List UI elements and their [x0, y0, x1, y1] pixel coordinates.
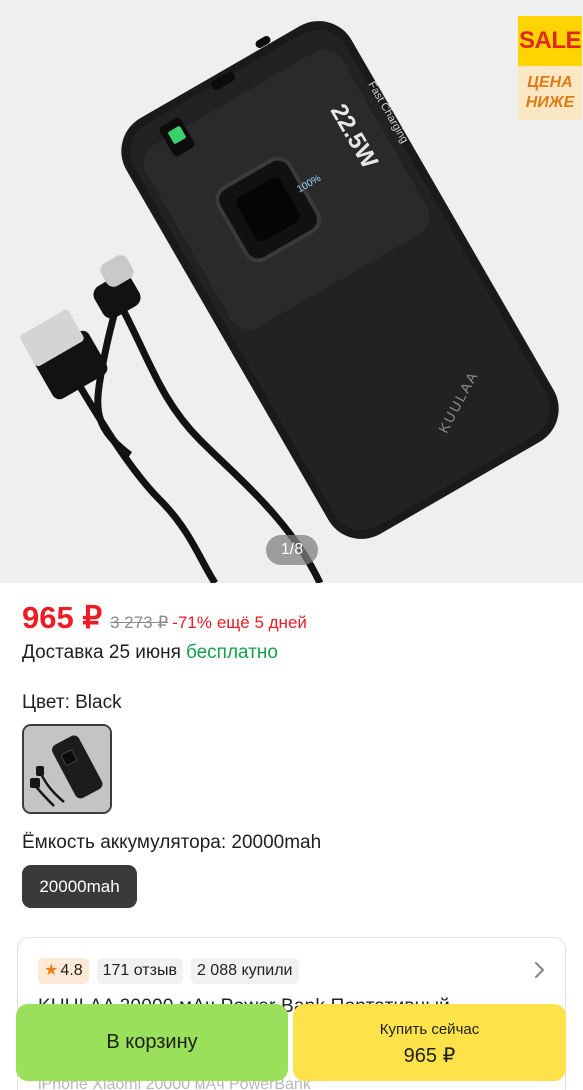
current-price: 965 ₽: [22, 600, 103, 635]
capacity-label: Ёмкость аккумулятора: 20000mah: [22, 832, 322, 853]
buy-now-label: Купить сейчас: [379, 1021, 480, 1038]
image-page-counter: 1/8: [266, 535, 318, 565]
review-meta: ★ 4.8 171 отзыв 2 088 купили: [38, 958, 299, 984]
delivery-date: Доставка 25 июня: [22, 642, 181, 663]
rating-badge: ★ 4.8: [38, 958, 89, 984]
chevron-right-icon[interactable]: [533, 960, 547, 980]
discount-percent: -71%: [172, 613, 212, 632]
delivery-free: бесплатно: [185, 642, 278, 663]
price-row: 965 ₽ 3 273 ₽ -71% ещё 5 дней: [22, 600, 307, 640]
capacity-option-20000mah[interactable]: 20000mah: [22, 865, 137, 908]
buy-now-button[interactable]: Купить сейчас 965 ₽: [293, 1004, 566, 1081]
add-to-cart-button[interactable]: В корзину: [16, 1004, 288, 1081]
star-icon: ★: [44, 962, 59, 979]
discount-days-left: ещё 5 дней: [216, 613, 307, 632]
power-bank-thumbnail-icon: [24, 726, 110, 812]
color-option-black[interactable]: [22, 724, 112, 814]
delivery-info: Доставка 25 июня бесплатно: [22, 642, 278, 664]
reviews-count[interactable]: 171 отзыв: [96, 958, 183, 984]
sale-badge-line2: НИЖЕ: [525, 94, 575, 111]
old-price: 3 273 ₽: [110, 613, 169, 632]
bought-count: 2 088 купили: [190, 958, 299, 984]
sale-badge-title: SALE: [518, 16, 582, 66]
product-image: 100% 22.5W Fast Charging KUULAA: [20, 21, 559, 583]
sale-badge: SALE ЦЕНА НИЖЕ: [518, 16, 582, 120]
buy-now-price: 965 ₽: [403, 1045, 456, 1067]
sale-badge-line1: ЦЕНА: [527, 74, 573, 91]
product-gallery[interactable]: 100% 22.5W Fast Charging KUULAA SALE ЦЕН…: [0, 0, 583, 583]
color-label: Цвет: Black: [22, 692, 122, 713]
rating-value: 4.8: [60, 962, 83, 979]
